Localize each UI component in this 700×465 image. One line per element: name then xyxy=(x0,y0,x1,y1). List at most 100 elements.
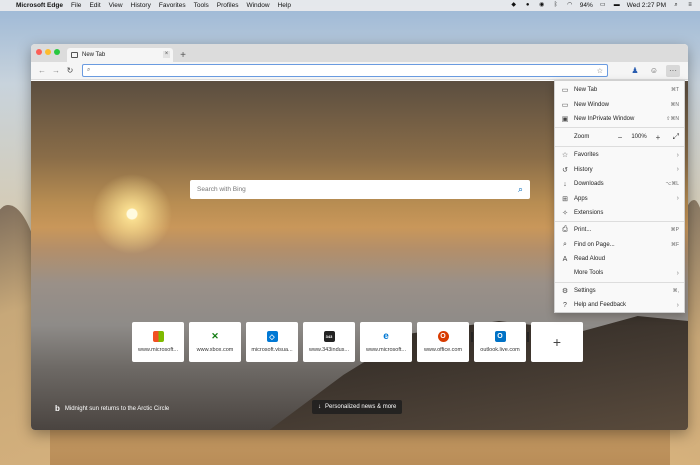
quick-link-label: www.microsoft... xyxy=(365,347,407,353)
menubar-app-name[interactable]: Microsoft Edge xyxy=(16,2,63,9)
menu-item-label: New Window xyxy=(574,101,610,108)
menu-item-label: Settings xyxy=(574,287,596,294)
battery-percent[interactable]: 94% xyxy=(580,2,593,9)
address-bar[interactable]: ⌕ ☆ xyxy=(82,64,608,77)
add-quick-link-button[interactable]: + xyxy=(531,322,583,362)
quick-link-tile[interactable]: 343 www.343indus... xyxy=(303,322,355,362)
tab-new-tab[interactable]: New Tab × xyxy=(67,48,173,62)
zoom-window-button[interactable] xyxy=(54,49,60,55)
new-tab-button[interactable]: + xyxy=(177,50,189,62)
quick-links: www.microsoft... ✕ www.xbox.com ◇ micros… xyxy=(132,322,583,362)
menubar-history[interactable]: History xyxy=(131,2,151,9)
help-icon: ? xyxy=(563,301,567,309)
fullscreen-icon[interactable]: ⤢ xyxy=(673,132,679,142)
mac-menubar: Microsoft Edge File Edit View History Fa… xyxy=(0,0,700,11)
menu-item-label: Read Aloud xyxy=(574,256,606,263)
chevron-right-icon: › xyxy=(676,151,679,159)
add-favorite-star-icon[interactable]: ☆ xyxy=(597,67,603,75)
settings-and-more-menu: ▭ New Tab ⌘T ▭ New Window ⌘N ▣ New InPri… xyxy=(554,80,685,313)
down-arrow-icon: ↓ xyxy=(318,404,321,410)
menu-divider xyxy=(555,281,684,283)
bluetooth-icon[interactable]: ᛒ xyxy=(552,2,560,9)
read-aloud-icon: A xyxy=(562,255,568,263)
refresh-icon[interactable]: ↻ xyxy=(63,66,77,75)
menu-divider xyxy=(555,127,684,129)
image-caption[interactable]: b Midnight sun returns to the Arctic Cir… xyxy=(55,404,169,413)
menu-item-settings[interactable]: ⚙ Settings ⌘, xyxy=(555,284,684,298)
quick-link-label: www.343indus... xyxy=(308,347,350,353)
search-placeholder: Search with Bing xyxy=(197,186,246,193)
back-arrow-icon[interactable]: ← xyxy=(35,66,49,75)
edge-icon: e xyxy=(380,331,392,342)
menubar-help[interactable]: Help xyxy=(278,2,291,9)
dropbox-icon[interactable]: ◆ xyxy=(510,2,518,9)
zoom-in-button[interactable]: + xyxy=(652,133,664,142)
forward-arrow-icon[interactable]: → xyxy=(49,66,63,75)
profile-avatar-icon[interactable]: ☺ xyxy=(647,65,661,77)
new-window-icon: ▭ xyxy=(561,101,569,109)
menubar-tools[interactable]: Tools xyxy=(194,2,209,9)
menu-item-read-aloud[interactable]: A Read Aloud xyxy=(555,252,684,266)
quick-link-tile[interactable]: www.microsoft... xyxy=(132,322,184,362)
quick-link-tile[interactable]: O www.office.com xyxy=(417,322,469,362)
star-icon: ☆ xyxy=(561,152,569,160)
notification-center-icon[interactable]: ≡ xyxy=(686,2,694,9)
personalized-news-button[interactable]: ↓ Personalized news & more xyxy=(312,400,403,414)
bing-logo-icon: b xyxy=(55,404,60,413)
wifi-icon[interactable]: ◠ xyxy=(566,2,574,9)
menu-shortcut: ⌘F xyxy=(670,241,679,248)
zoom-label: Zoom xyxy=(574,134,590,141)
find-icon: ⌕ xyxy=(563,240,567,248)
spotlight-icon[interactable]: ⌕ xyxy=(672,2,680,9)
search-submit-icon[interactable]: ⌕ xyxy=(518,184,523,195)
menu-item-history[interactable]: ↺ History › xyxy=(555,163,684,177)
extension-icon[interactable]: ♟ xyxy=(628,65,642,77)
quick-link-label: www.office.com xyxy=(423,347,463,353)
menu-item-find-on-page[interactable]: ⌕ Find on Page... ⌘F xyxy=(555,238,684,252)
image-caption-text: Midnight sun returns to the Arctic Circl… xyxy=(64,405,170,412)
menubar-clock[interactable]: Wed 2:27 PM xyxy=(627,2,666,9)
chevron-right-icon: › xyxy=(676,301,679,309)
chevron-right-icon: › xyxy=(676,195,679,203)
outlook-icon: O xyxy=(494,331,506,342)
minimize-window-button[interactable] xyxy=(45,49,51,55)
quick-link-tile[interactable]: ◇ microsoft.visua... xyxy=(246,322,298,362)
battery-icon[interactable]: ▭ xyxy=(599,2,607,9)
menu-item-apps[interactable]: ⊞ Apps › xyxy=(555,191,684,205)
quick-link-tile[interactable]: O outlook.live.com xyxy=(474,322,526,362)
apps-icon: ⊞ xyxy=(562,195,568,203)
quick-link-tile[interactable]: e www.microsoft... xyxy=(360,322,412,362)
menu-item-new-window[interactable]: ▭ New Window ⌘N xyxy=(555,97,684,111)
menubar-edit[interactable]: Edit xyxy=(89,2,100,9)
menu-item-label: Apps xyxy=(574,195,588,202)
menu-item-favorites[interactable]: ☆ Favorites › xyxy=(555,148,684,162)
status-extra-icon[interactable]: ◉ xyxy=(538,2,546,9)
menu-zoom-row: Zoom − 100% + ⤢ xyxy=(555,129,684,145)
quick-link-tile[interactable]: ✕ www.xbox.com xyxy=(189,322,241,362)
close-tab-icon[interactable]: × xyxy=(163,51,170,58)
close-window-button[interactable] xyxy=(36,49,42,55)
toolbar-right-actions: ♟ ☺ ··· xyxy=(628,64,684,77)
menu-item-new-inprivate-window[interactable]: ▣ New InPrivate Window ⇧⌘N xyxy=(555,112,684,126)
zoom-value: 100% xyxy=(631,134,647,141)
menu-item-print[interactable]: ⎙ Print... ⌘P xyxy=(555,223,684,237)
bing-search-box[interactable]: Search with Bing ⌕ xyxy=(190,180,530,199)
new-tab-icon: ▭ xyxy=(561,87,569,95)
status-extra-icon[interactable]: ● xyxy=(524,2,532,9)
menubar-view[interactable]: View xyxy=(109,2,123,9)
menu-shortcut: ⌥⌘L xyxy=(665,181,679,188)
menubar-favorites[interactable]: Favorites xyxy=(159,2,186,9)
flag-icon[interactable]: ▬ xyxy=(613,2,621,9)
chevron-right-icon: › xyxy=(676,269,679,277)
menu-item-downloads[interactable]: ↓ Downloads ⌥⌘L xyxy=(555,177,684,191)
menubar-profiles[interactable]: Profiles xyxy=(217,2,239,9)
menu-item-new-tab[interactable]: ▭ New Tab ⌘T xyxy=(555,83,684,97)
menubar-file[interactable]: File xyxy=(71,2,81,9)
settings-and-more-button[interactable]: ··· xyxy=(666,64,680,77)
menu-item-help-and-feedback[interactable]: ? Help and Feedback › xyxy=(555,298,684,312)
menubar-window[interactable]: Window xyxy=(246,2,269,9)
quick-link-label: outlook.live.com xyxy=(480,347,520,353)
menu-item-extensions[interactable]: ✧ Extensions xyxy=(555,206,684,220)
zoom-out-button[interactable]: − xyxy=(614,133,626,142)
menu-item-more-tools[interactable]: More Tools › xyxy=(555,266,684,280)
